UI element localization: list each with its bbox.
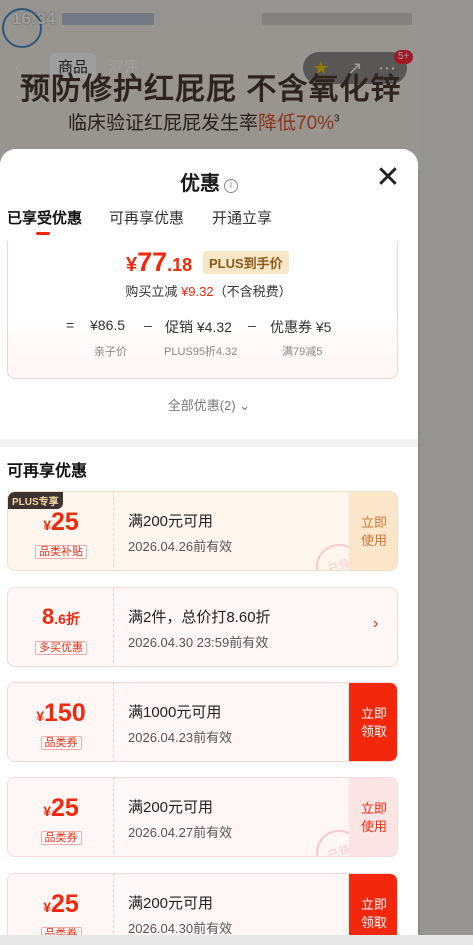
- more-offers-title: 可再享优惠: [7, 463, 88, 480]
- coupon-info: 满200元可用 2026.04.30前有效: [128, 892, 232, 937]
- coupon-amount: 8.6折: [8, 604, 114, 630]
- formula-promo: 促销 ¥4.32: [165, 319, 232, 335]
- formula-sub-promo: PLUS95折4.32: [164, 346, 238, 358]
- tab-enjoyed[interactable]: 已享受优惠: [7, 207, 82, 228]
- coupon-condition: 满1000元可用: [128, 704, 222, 721]
- chevron-right-icon[interactable]: ›: [373, 615, 378, 633]
- use-now-label: 立即 使用: [360, 801, 387, 834]
- formula-base-price: ¥86.5: [90, 317, 126, 333]
- coupon-amount: ¥25: [8, 890, 114, 919]
- coupon-info: 满1000元可用 2026.04.23前有效: [128, 701, 232, 746]
- home-indicator: [0, 935, 473, 945]
- coupon-value: ¥150 品类券: [8, 683, 114, 761]
- coupon-amount: ¥25: [8, 794, 114, 823]
- formula-equals: =: [66, 317, 75, 333]
- info-icon[interactable]: i: [224, 179, 238, 193]
- all-offers-label: 全部优惠(2): [167, 398, 236, 413]
- coupon-tag-text: 多买优惠: [35, 641, 87, 655]
- reduce-prefix: 购买立减: [125, 284, 178, 299]
- price-decimal: .18: [167, 255, 193, 275]
- more-offers-section: 可再享优惠 PLUS专享 ¥25 品类补贴 满200元可用 2026.04.26…: [0, 447, 418, 945]
- coupon-tag: 品类券: [8, 733, 114, 751]
- formula-minus-2: –: [248, 317, 256, 333]
- claim-now-label: 立即 领取: [360, 897, 387, 930]
- coupon-tag-text: 品类补贴: [35, 545, 87, 559]
- coupon-amount: ¥25: [8, 508, 114, 537]
- coupon-amount: ¥150: [8, 699, 114, 728]
- formula-sub-base: 亲子价: [94, 346, 127, 358]
- coupon-number: 25: [50, 794, 79, 822]
- reduce-suffix: （不含税费）: [213, 284, 292, 299]
- coupon-condition: 满2件，总价打8.60折: [128, 609, 271, 626]
- coupon-currency: ¥: [43, 517, 51, 533]
- coupon-card[interactable]: 8.6折 多买优惠 满2件，总价打8.60折 2026.04.30 23:59前…: [7, 587, 398, 667]
- coupon-value: 8.6折 多买优惠: [8, 588, 114, 666]
- close-button[interactable]: ✕: [372, 163, 404, 195]
- formula-minus-1: –: [144, 317, 152, 333]
- coupon-tag-text: 品类券: [40, 831, 82, 845]
- formula-sub-coupon: 满79减5: [282, 346, 323, 358]
- coupon-info: 满2件，总价打8.60折 2026.04.30 23:59前有效: [128, 606, 271, 651]
- coupon-condition: 满200元可用: [128, 513, 214, 530]
- active-tab-indicator: [36, 232, 50, 235]
- reduce-amount: ¥9.32: [181, 284, 214, 299]
- coupon-number: 25: [50, 890, 79, 918]
- coupon-info: 满200元可用 2026.04.26前有效: [128, 510, 232, 555]
- sheet-title: 优惠 i: [0, 167, 418, 196]
- coupon-number: 8: [42, 604, 55, 629]
- use-now-button[interactable]: 立即 使用: [349, 778, 397, 856]
- coupon-currency: ¥: [43, 899, 51, 915]
- coupon-expiry: 2026.04.30 23:59前有效: [128, 635, 269, 650]
- coupon-currency: ¥: [36, 708, 45, 724]
- chevron-down-icon: ⌄: [239, 398, 251, 413]
- plus-price-tag: PLUS到手价: [203, 251, 289, 274]
- coupon-card[interactable]: ¥25 品类券 满200元可用 2026.04.27前有效 已领 立即 使用: [7, 777, 398, 857]
- coupon-tag: 品类补贴: [8, 542, 114, 560]
- all-offers-toggle[interactable]: 全部优惠(2) ⌄: [0, 395, 418, 414]
- use-now-label: 立即 使用: [360, 515, 387, 548]
- claim-now-label: 立即 领取: [360, 706, 387, 739]
- price-currency: ¥: [126, 254, 138, 276]
- price-formula: = ¥86.5 – 促销 ¥4.32 – 优惠券 ¥5: [8, 317, 399, 337]
- offers-sheet: 优惠 i ✕ 已享受优惠 可再享优惠 开通立享 ¥77.18 PLUS到手价 购买…: [0, 149, 418, 945]
- coupon-number: 25: [50, 508, 79, 536]
- coupon-expiry: 2026.04.27前有效: [128, 825, 233, 840]
- tab-activate[interactable]: 开通立享: [212, 207, 272, 228]
- coupon-info: 满200元可用 2026.04.27前有效: [128, 796, 232, 841]
- price-integer: 77: [137, 247, 168, 277]
- enjoyed-offers-section: 优惠 i ✕ 已享受优惠 可再享优惠 开通立享 ¥77.18 PLUS到手价 购买…: [0, 149, 418, 439]
- reduce-line: 购买立减 ¥9.32（不含税费）: [8, 281, 399, 300]
- coupon-card[interactable]: PLUS专享 ¥25 品类补贴 满200元可用 2026.04.26前有效 已领…: [7, 491, 398, 571]
- tab-more-offers[interactable]: 可再享优惠: [109, 207, 184, 228]
- use-now-button[interactable]: 立即 使用: [349, 492, 397, 570]
- coupon-condition: 满200元可用: [128, 799, 214, 816]
- coupon-unit: .6折: [54, 611, 80, 627]
- offer-tabs: 已享受优惠 可再享优惠 开通立享: [0, 207, 418, 239]
- final-price: ¥77.18: [126, 247, 192, 278]
- formula-coupon: 优惠券 ¥5: [270, 319, 332, 335]
- coupon-condition: 满200元可用: [128, 895, 214, 912]
- coupon-number: 150: [44, 699, 86, 727]
- coupon-card[interactable]: ¥150 品类券 满1000元可用 2026.04.23前有效 立即 领取: [7, 682, 398, 762]
- price-breakdown: ¥77.18 PLUS到手价 购买立减 ¥9.32（不含税费） = ¥86.5 …: [7, 241, 398, 379]
- claim-now-button[interactable]: 立即 领取: [349, 683, 397, 761]
- coupon-tag: 品类券: [8, 828, 114, 846]
- coupon-tag: 多买优惠: [8, 638, 114, 656]
- coupon-value: ¥25 品类补贴: [8, 492, 114, 570]
- coupon-expiry: 2026.04.23前有效: [128, 730, 233, 745]
- coupon-tag-text: 品类券: [40, 736, 82, 750]
- close-icon: ✕: [375, 161, 401, 194]
- coupon-expiry: 2026.04.26前有效: [128, 539, 233, 554]
- coupon-currency: ¥: [43, 803, 51, 819]
- sheet-title-text: 优惠: [180, 173, 220, 195]
- coupon-value: ¥25 品类券: [8, 778, 114, 856]
